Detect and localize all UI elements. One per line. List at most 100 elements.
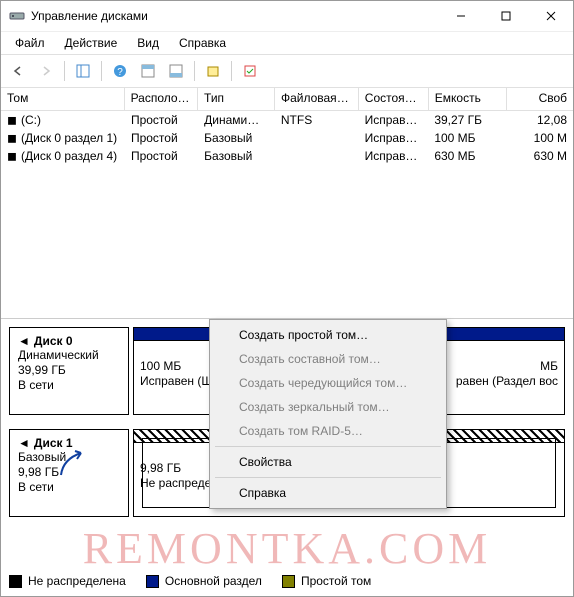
cell-volume: (C:) [21, 113, 41, 127]
toolbar: ? [1, 54, 573, 88]
ctx-help[interactable]: Справка [213, 481, 443, 505]
cell-fs [275, 137, 359, 139]
cell-status: Исправен… [359, 130, 429, 146]
maximize-button[interactable] [483, 2, 528, 31]
back-button[interactable] [5, 59, 31, 83]
help-button[interactable]: ? [107, 59, 133, 83]
legend-label: Не распределена [28, 574, 126, 588]
cell-type: Динами… [198, 112, 275, 128]
cell-capacity: 39,27 ГБ [428, 112, 506, 128]
minimize-button[interactable] [438, 2, 483, 31]
window-title: Управление дисками [31, 9, 438, 23]
cell-capacity: 630 МБ [428, 148, 506, 164]
menu-view[interactable]: Вид [129, 34, 167, 52]
app-icon [9, 8, 25, 24]
column-type[interactable]: Тип [198, 88, 275, 110]
close-button[interactable] [528, 2, 573, 31]
context-menu: Создать простой том… Создать составной т… [209, 319, 447, 509]
view-top-button[interactable] [135, 59, 161, 83]
partition[interactable]: 100 МБ Исправен (Ш [133, 327, 221, 415]
cell-fs: NTFS [275, 112, 359, 128]
forward-button[interactable] [33, 59, 59, 83]
disk-header[interactable]: ◄ Диск 0 Динамический 39,99 ГБ В сети [9, 327, 129, 415]
legend-label: Основной раздел [165, 574, 262, 588]
ctx-properties[interactable]: Свойства [213, 450, 443, 474]
cell-status: Исправен… [359, 112, 429, 128]
cell-type: Базовый [198, 148, 275, 164]
context-menu-separator [215, 446, 441, 447]
partition-color-bar [134, 328, 220, 341]
disk-state: В сети [18, 480, 120, 495]
column-volume[interactable]: Том [1, 88, 125, 110]
cell-status: Исправен… [359, 148, 429, 164]
table-body: ◼(C:) Простой Динами… NTFS Исправен… 39,… [1, 111, 573, 165]
context-menu-separator [215, 477, 441, 478]
view-bottom-button[interactable] [163, 59, 189, 83]
toolbar-separator [231, 61, 232, 81]
window-frame: Управление дисками Файл Действие Вид Спр… [0, 0, 574, 597]
cell-fs [275, 155, 359, 157]
volume-icon: ◼ [7, 131, 21, 145]
volume-icon: ◼ [7, 113, 21, 127]
legend-swatch [282, 575, 295, 588]
column-free[interactable]: Своб [507, 88, 573, 110]
legend-item: Не распределена [9, 574, 126, 588]
disk-type: Базовый [18, 450, 120, 465]
disk-size: 9,98 ГБ [18, 465, 120, 480]
disk-size: 39,99 ГБ [18, 363, 120, 378]
cell-capacity: 100 МБ [428, 130, 506, 146]
ctx-create-mirror-volume: Создать зеркальный том… [213, 395, 443, 419]
cell-volume: (Диск 0 раздел 1) [21, 131, 117, 145]
cell-type: Базовый [198, 130, 275, 146]
column-filesystem[interactable]: Файловая с… [275, 88, 359, 110]
volume-list: Том Располо… Тип Файловая с… Состояние Е… [1, 88, 573, 319]
cell-free: 12,08 [507, 112, 573, 128]
refresh-button[interactable] [237, 59, 263, 83]
disk-header[interactable]: ◄ Диск 1 Базовый 9,98 ГБ В сети [9, 429, 129, 517]
column-capacity[interactable]: Емкость [429, 88, 508, 110]
ctx-create-simple-volume[interactable]: Создать простой том… [213, 323, 443, 347]
ctx-create-striped-volume: Создать чередующийся том… [213, 371, 443, 395]
partition-status: Исправен (Ш [140, 374, 214, 389]
disk-state: В сети [18, 378, 120, 393]
watermark: REMONTKA.COM [1, 523, 573, 574]
menu-file[interactable]: Файл [7, 34, 53, 52]
legend-item: Простой том [282, 574, 371, 588]
disk-name: Диск 1 [34, 436, 73, 450]
menu-action[interactable]: Действие [57, 34, 126, 52]
column-layout[interactable]: Располо… [125, 88, 198, 110]
properties-button[interactable] [200, 59, 226, 83]
menu-help[interactable]: Справка [171, 34, 234, 52]
cell-free: 100 М [507, 130, 573, 146]
disk-icon: ◄ [18, 436, 30, 450]
table-row[interactable]: ◼(Диск 0 раздел 1) Простой Базовый Испра… [1, 129, 573, 147]
volume-icon: ◼ [7, 149, 21, 163]
disk-name: Диск 0 [34, 334, 73, 348]
legend-swatch [9, 575, 22, 588]
table-header: Том Располо… Тип Файловая с… Состояние Е… [1, 88, 573, 111]
toolbar-separator [64, 61, 65, 81]
table-row[interactable]: ◼(C:) Простой Динами… NTFS Исправен… 39,… [1, 111, 573, 129]
legend-item: Основной раздел [146, 574, 262, 588]
title-bar: Управление дисками [1, 1, 573, 32]
ctx-create-raid5-volume: Создать том RAID-5… [213, 419, 443, 443]
toolbar-separator [101, 61, 102, 81]
disk-icon: ◄ [18, 334, 30, 348]
show-hide-tree-button[interactable] [70, 59, 96, 83]
disk-graphical-view: ◄ Диск 0 Динамический 39,99 ГБ В сети 100… [1, 319, 573, 525]
disk-type: Динамический [18, 348, 120, 363]
column-status[interactable]: Состояние [359, 88, 429, 110]
legend-swatch [146, 575, 159, 588]
cell-volume: (Диск 0 раздел 4) [21, 149, 117, 163]
table-row[interactable]: ◼(Диск 0 раздел 4) Простой Базовый Испра… [1, 147, 573, 165]
cell-layout: Простой [125, 112, 198, 128]
cell-free: 630 М [507, 148, 573, 164]
cell-layout: Простой [125, 148, 198, 164]
legend: Не распределена Основной раздел Простой … [9, 574, 371, 588]
partition-size: 100 МБ [140, 359, 214, 374]
ctx-create-spanned-volume: Создать составной том… [213, 347, 443, 371]
legend-label: Простой том [301, 574, 371, 588]
svg-text:?: ? [117, 67, 123, 78]
toolbar-separator [194, 61, 195, 81]
menu-bar: Файл Действие Вид Справка [1, 32, 573, 54]
